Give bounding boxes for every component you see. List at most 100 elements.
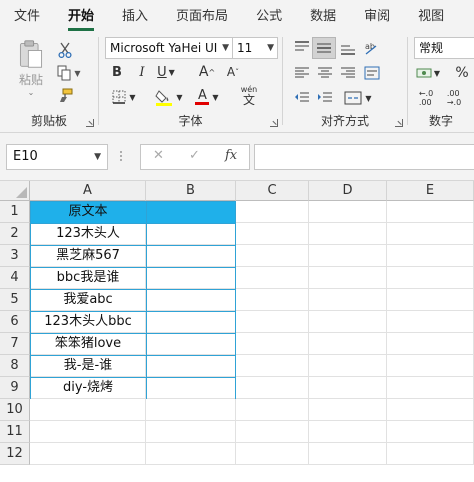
cancel-icon[interactable]: ✕ xyxy=(153,148,164,163)
column-header-b[interactable]: B xyxy=(146,181,236,201)
align-top-button[interactable] xyxy=(291,38,313,58)
tab-file[interactable]: 文件 xyxy=(0,0,54,33)
column-header-e[interactable]: E xyxy=(387,181,474,201)
cell-c2[interactable] xyxy=(236,223,309,245)
cell-e9[interactable] xyxy=(387,377,474,399)
cell-d2[interactable] xyxy=(309,223,387,245)
table-cell-a8[interactable]: 我-是-谁 xyxy=(30,355,146,377)
wrap-text-button[interactable] xyxy=(361,63,383,83)
cell-e5[interactable] xyxy=(387,289,474,311)
insert-function-icon[interactable]: fx xyxy=(225,148,237,163)
align-left-button[interactable] xyxy=(291,63,313,83)
row-header-3[interactable]: 3 xyxy=(0,245,30,267)
align-bottom-button[interactable] xyxy=(337,38,359,58)
align-right-button[interactable] xyxy=(337,63,359,83)
orientation-button[interactable]: ab xyxy=(361,37,381,59)
table-cell-b5[interactable] xyxy=(146,289,236,311)
cell-b10[interactable] xyxy=(146,399,236,421)
table-cell-a5[interactable]: 我爱abc xyxy=(30,289,146,311)
table-cell-b3[interactable] xyxy=(146,245,236,267)
cell-c4[interactable] xyxy=(236,267,309,289)
cell-e11[interactable] xyxy=(387,421,474,443)
cell-d9[interactable] xyxy=(309,377,387,399)
cell-d4[interactable] xyxy=(309,267,387,289)
table-cell-a4[interactable]: bbc我是谁 xyxy=(30,267,146,289)
align-middle-button[interactable] xyxy=(312,37,336,59)
name-box[interactable]: E10 ▼ xyxy=(6,144,108,170)
column-header-c[interactable]: C xyxy=(236,181,309,201)
cell-c3[interactable] xyxy=(236,245,309,267)
shrink-font-button[interactable]: A ˇ xyxy=(223,62,243,82)
merge-center-button[interactable]: ▼ xyxy=(339,88,377,108)
cell-d3[interactable] xyxy=(309,245,387,267)
cell-c7[interactable] xyxy=(236,333,309,355)
table-cell-b1[interactable] xyxy=(146,201,236,223)
tab-home[interactable]: 开始 xyxy=(54,0,108,33)
cell-e7[interactable] xyxy=(387,333,474,355)
select-all-button[interactable] xyxy=(0,181,30,201)
tab-data[interactable]: 数据 xyxy=(296,0,350,33)
formula-input[interactable] xyxy=(254,144,474,170)
phonetic-button[interactable]: wén 文 xyxy=(237,83,261,109)
row-header-4[interactable]: 4 xyxy=(0,267,30,289)
cell-e6[interactable] xyxy=(387,311,474,333)
cell-d10[interactable] xyxy=(309,399,387,421)
alignment-launcher-icon[interactable] xyxy=(395,119,403,127)
decrease-decimal-button[interactable]: .00 →.0 xyxy=(442,88,466,108)
row-header-1[interactable]: 1 xyxy=(0,201,30,223)
cell-e4[interactable] xyxy=(387,267,474,289)
table-cell-a9[interactable]: diy-烧烤 xyxy=(30,377,146,399)
tab-formulas[interactable]: 公式 xyxy=(242,0,296,33)
table-cell-b4[interactable] xyxy=(146,267,236,289)
table-cell-b7[interactable] xyxy=(146,333,236,355)
copy-button[interactable]: ▼ xyxy=(54,64,84,82)
enter-icon[interactable]: ✓ xyxy=(189,148,200,163)
table-cell-b6[interactable] xyxy=(146,311,236,333)
tab-page-layout[interactable]: 页面布局 xyxy=(162,0,242,33)
tab-insert[interactable]: 插入 xyxy=(108,0,162,33)
paste-button[interactable]: 粘贴 ⌄ xyxy=(10,39,52,97)
cell-c12[interactable] xyxy=(236,443,309,465)
cell-c10[interactable] xyxy=(236,399,309,421)
row-header-8[interactable]: 8 xyxy=(0,355,30,377)
row-header-12[interactable]: 12 xyxy=(0,443,30,465)
row-header-11[interactable]: 11 xyxy=(0,421,30,443)
font-color-button[interactable]: A ▼ xyxy=(191,87,223,107)
row-header-10[interactable]: 10 xyxy=(0,399,30,421)
cell-d8[interactable] xyxy=(309,355,387,377)
row-header-7[interactable]: 7 xyxy=(0,333,30,355)
table-cell-a1[interactable]: 原文本 xyxy=(30,201,146,223)
font-launcher-icon[interactable] xyxy=(270,119,278,127)
grow-font-button[interactable]: A ^ xyxy=(197,62,217,82)
increase-decimal-button[interactable]: ←.0.00 xyxy=(414,88,438,108)
tab-view[interactable]: 视图 xyxy=(404,0,458,33)
cell-b12[interactable] xyxy=(146,443,236,465)
cut-button[interactable] xyxy=(56,41,74,59)
cell-e10[interactable] xyxy=(387,399,474,421)
tab-review[interactable]: 审阅 xyxy=(350,0,404,33)
row-header-5[interactable]: 5 xyxy=(0,289,30,311)
clipboard-launcher-icon[interactable] xyxy=(86,119,94,127)
cell-e1[interactable] xyxy=(387,201,474,223)
table-cell-b8[interactable] xyxy=(146,355,236,377)
table-cell-a2[interactable]: 123木头人 xyxy=(30,223,146,245)
table-cell-a6[interactable]: 123木头人bbc xyxy=(30,311,146,333)
row-header-9[interactable]: 9 xyxy=(0,377,30,399)
font-size-combo[interactable]: 11 ▼ xyxy=(232,37,278,59)
cell-a12[interactable] xyxy=(30,443,146,465)
cell-b11[interactable] xyxy=(146,421,236,443)
increase-indent-button[interactable] xyxy=(314,88,336,108)
cell-a11[interactable] xyxy=(30,421,146,443)
underline-button[interactable]: U ▼ xyxy=(155,62,177,82)
number-format-combo[interactable]: 常规 xyxy=(414,37,474,59)
cell-d12[interactable] xyxy=(309,443,387,465)
cell-d7[interactable] xyxy=(309,333,387,355)
cell-e3[interactable] xyxy=(387,245,474,267)
cell-e8[interactable] xyxy=(387,355,474,377)
cell-c11[interactable] xyxy=(236,421,309,443)
table-cell-b9[interactable] xyxy=(146,377,236,399)
cell-c6[interactable] xyxy=(236,311,309,333)
italic-button[interactable]: I xyxy=(132,62,152,82)
cell-c5[interactable] xyxy=(236,289,309,311)
cell-c8[interactable] xyxy=(236,355,309,377)
